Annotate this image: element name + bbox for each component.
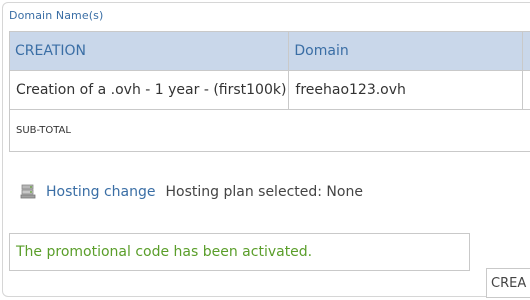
row-extra: [522, 70, 530, 110]
hosting-row: Hosting change Hosting plan selected: No…: [19, 181, 363, 203]
server-icon: [19, 183, 37, 201]
row-creation: Creation of a .ovh - 1 year - (first100k…: [8, 70, 290, 110]
subtotal-label: SUB-TOTAL: [9, 109, 530, 152]
promo-message: The promotional code has been activated.: [16, 244, 313, 260]
section-title: Domain Name(s): [9, 9, 104, 22]
header-domain: Domain: [288, 31, 524, 71]
hosting-status: Hosting plan selected: None: [165, 184, 363, 200]
domain-panel: Domain Name(s) CREATION Domain Creation …: [2, 2, 530, 297]
hosting-change-link[interactable]: Hosting change: [46, 184, 156, 200]
subtotal-row: SUB-TOTAL: [9, 109, 530, 152]
order-table: CREATION Domain Creation of a .ovh - 1 y…: [8, 31, 530, 152]
table-header-row: CREATION Domain: [8, 31, 530, 71]
header-creation: CREATION: [8, 31, 290, 71]
table-row: Creation of a .ovh - 1 year - (first100k…: [8, 70, 530, 110]
promo-message-box: The promotional code has been activated.: [9, 233, 470, 271]
row-domain: freehao123.ovh: [288, 70, 524, 110]
header-extra: [522, 31, 530, 71]
create-button[interactable]: CREA: [486, 268, 530, 298]
